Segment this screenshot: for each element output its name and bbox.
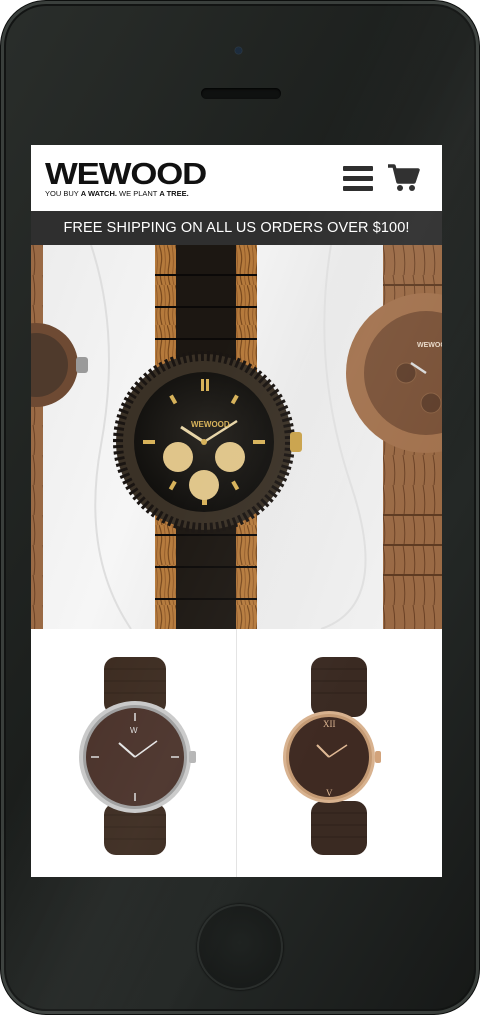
product-card-rose-gold-watch[interactable]: XII V bbox=[237, 629, 442, 877]
hero-image[interactable]: WEWOOD WEWOOD bbox=[31, 245, 442, 629]
hero-watches-illustration: WEWOOD WEWOOD bbox=[31, 245, 442, 629]
center-watch: WEWOOD bbox=[113, 245, 302, 629]
front-camera bbox=[235, 47, 242, 54]
svg-text:V: V bbox=[326, 788, 333, 798]
phone-frame: WEWOOD YOU BUY A WATCH. WE PLANT A TREE.… bbox=[0, 0, 480, 1015]
rose-gold-watch-image: XII V bbox=[283, 657, 381, 855]
shopping-cart-icon[interactable] bbox=[387, 163, 421, 193]
phone-screen: WEWOOD YOU BUY A WATCH. WE PLANT A TREE.… bbox=[31, 145, 442, 877]
free-shipping-banner[interactable]: FREE SHIPPING ON ALL US ORDERS OVER $100… bbox=[31, 211, 442, 245]
hamburger-menu-icon[interactable] bbox=[343, 166, 373, 192]
silver-watch-image: W bbox=[79, 657, 196, 855]
logo-wordmark: WEWOOD bbox=[45, 156, 207, 191]
earpiece-speaker bbox=[201, 88, 281, 99]
right-watch: WEWOOD bbox=[346, 245, 442, 629]
right-watch-dial-logo: WEWOOD bbox=[417, 342, 442, 349]
site-header: WEWOOD YOU BUY A WATCH. WE PLANT A TREE. bbox=[31, 145, 442, 211]
left-watch bbox=[31, 245, 88, 629]
product-grid: W XII V bbox=[31, 629, 442, 877]
home-button[interactable] bbox=[197, 904, 283, 990]
product-card-silver-watch[interactable]: W bbox=[31, 629, 236, 877]
center-watch-dial-logo: WEWOOD bbox=[191, 420, 230, 429]
wewood-logo[interactable]: WEWOOD YOU BUY A WATCH. WE PLANT A TREE. bbox=[45, 158, 207, 198]
svg-text:XII: XII bbox=[323, 719, 336, 729]
svg-text:W: W bbox=[130, 726, 138, 735]
